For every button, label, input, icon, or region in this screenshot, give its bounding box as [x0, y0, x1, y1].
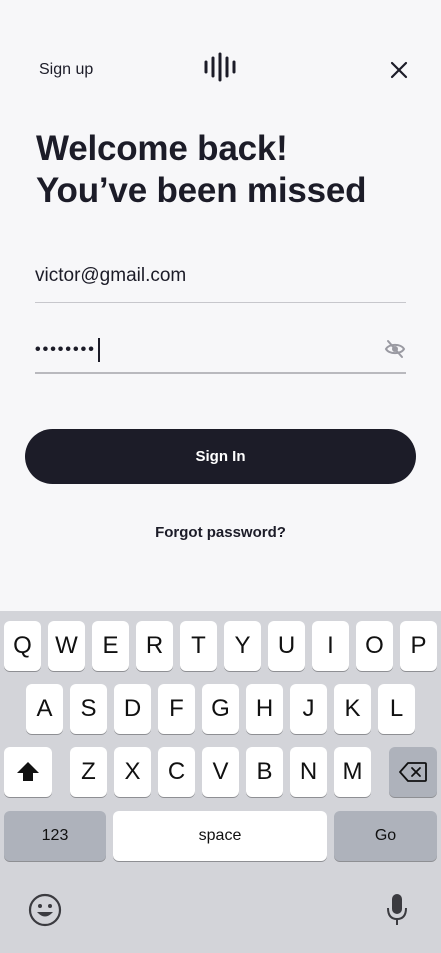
- signup-link[interactable]: Sign up: [39, 61, 93, 79]
- key-a[interactable]: A: [26, 684, 63, 734]
- key-o[interactable]: O: [356, 621, 393, 671]
- key-t[interactable]: T: [180, 621, 217, 671]
- key-f[interactable]: F: [158, 684, 195, 734]
- key-v[interactable]: V: [202, 747, 239, 797]
- key-j[interactable]: J: [290, 684, 327, 734]
- text-caret: [97, 338, 100, 362]
- key-b[interactable]: B: [246, 747, 283, 797]
- soundwave-logo-icon: [203, 51, 239, 83]
- key-l[interactable]: L: [378, 684, 415, 734]
- sign-in-button[interactable]: Sign In: [25, 429, 416, 484]
- password-mask: ••••••••: [35, 341, 96, 358]
- key-m[interactable]: M: [334, 747, 371, 797]
- key-d[interactable]: D: [114, 684, 151, 734]
- key-s[interactable]: S: [70, 684, 107, 734]
- microphone-icon[interactable]: [386, 893, 408, 927]
- numbers-key[interactable]: 123: [4, 811, 106, 861]
- onscreen-keyboard: Q W E R T Y U I O P A S D F G H J K L Z …: [0, 611, 441, 953]
- key-c[interactable]: C: [158, 747, 195, 797]
- key-u[interactable]: U: [268, 621, 305, 671]
- key-w[interactable]: W: [48, 621, 85, 671]
- email-field[interactable]: [35, 257, 406, 303]
- password-input[interactable]: ••••••••: [35, 338, 100, 362]
- emoji-icon[interactable]: [28, 893, 62, 927]
- password-field[interactable]: ••••••••: [35, 328, 406, 374]
- title-line-1: Welcome back!: [36, 129, 288, 168]
- page-title: Welcome back! You’ve been missed: [36, 128, 416, 212]
- email-input[interactable]: [35, 257, 375, 295]
- key-k[interactable]: K: [334, 684, 371, 734]
- key-e[interactable]: E: [92, 621, 129, 671]
- key-i[interactable]: I: [312, 621, 349, 671]
- key-n[interactable]: N: [290, 747, 327, 797]
- key-x[interactable]: X: [114, 747, 151, 797]
- key-h[interactable]: H: [246, 684, 283, 734]
- go-key[interactable]: Go: [334, 811, 437, 861]
- key-r[interactable]: R: [136, 621, 173, 671]
- key-y[interactable]: Y: [224, 621, 261, 671]
- forgot-password-link[interactable]: Forgot password?: [0, 524, 441, 541]
- space-key[interactable]: space: [113, 811, 327, 861]
- key-g[interactable]: G: [202, 684, 239, 734]
- title-line-2: You’ve been missed: [36, 171, 367, 210]
- shift-icon[interactable]: [4, 747, 52, 797]
- backspace-icon[interactable]: [389, 747, 437, 797]
- key-q[interactable]: Q: [4, 621, 41, 671]
- key-p[interactable]: P: [400, 621, 437, 671]
- eye-off-icon[interactable]: [384, 338, 406, 360]
- close-icon[interactable]: [388, 59, 410, 81]
- key-z[interactable]: Z: [70, 747, 107, 797]
- top-bar: Sign up: [0, 48, 441, 88]
